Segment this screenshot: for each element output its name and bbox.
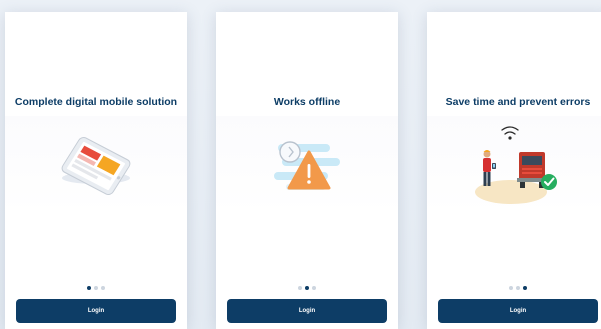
screen-title: Save time and prevent errors (445, 96, 591, 108)
illustration-area (216, 116, 398, 214)
page-dot-3[interactable] (101, 286, 105, 290)
page-dot-2[interactable] (94, 286, 98, 290)
worker-truck-check-icon (475, 126, 557, 204)
page-dot-1[interactable] (87, 286, 91, 290)
screen-title: Works offline (273, 96, 341, 108)
onboarding-screen-3: Save time and prevent errors Login (427, 12, 601, 329)
login-button[interactable]: Login (16, 299, 176, 323)
page-dot-2[interactable] (516, 286, 520, 290)
page-indicator (216, 286, 398, 290)
onboarding-screen-2: Works offline Login (216, 12, 398, 329)
warning-offline-icon (274, 141, 340, 190)
page-dot-1[interactable] (298, 286, 302, 290)
illustration-area (5, 116, 187, 214)
screen-title: Complete digital mobile solution (14, 96, 178, 108)
mobile-phone-icon (61, 136, 131, 196)
page-dot-2[interactable] (305, 286, 309, 290)
onboarding-screen-1: Complete digital mobile solution Login (5, 12, 187, 329)
page-dot-3[interactable] (312, 286, 316, 290)
page-indicator (427, 286, 601, 290)
illustration-area (427, 116, 601, 214)
login-button[interactable]: Login (227, 299, 387, 323)
login-button[interactable]: Login (438, 299, 598, 323)
page-dot-3[interactable] (523, 286, 527, 290)
page-dot-1[interactable] (509, 286, 513, 290)
page-indicator (5, 286, 187, 290)
